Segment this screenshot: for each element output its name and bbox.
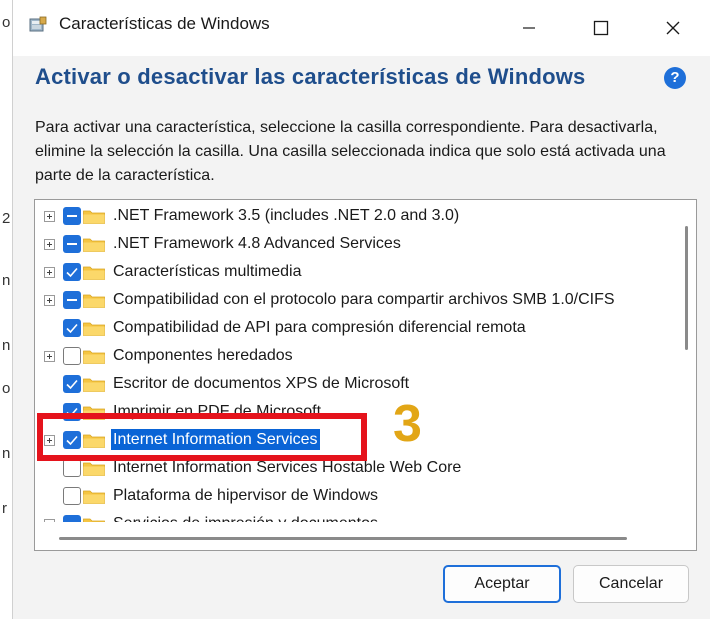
- instructions-text: Para activar una característica, selecci…: [35, 119, 666, 184]
- annotation-highlight-box: [37, 413, 367, 461]
- dialog-heading: Activar o desactivar las características…: [35, 64, 586, 89]
- expand-plus-icon[interactable]: [44, 239, 55, 250]
- feature-checkbox[interactable]: [63, 235, 81, 253]
- folder-icon: [83, 462, 105, 476]
- feature-row[interactable]: Características multimedia: [35, 258, 675, 286]
- feature-label: Servicios de impresión y documentos: [111, 513, 380, 522]
- help-icon[interactable]: ?: [664, 67, 686, 89]
- folder-icon: [83, 350, 105, 364]
- feature-checkbox[interactable]: [63, 487, 81, 505]
- background-glyph: o: [2, 380, 11, 397]
- features-tree[interactable]: .NET Framework 3.5 (includes .NET 2.0 an…: [34, 199, 697, 551]
- feature-checkbox[interactable]: [63, 291, 81, 309]
- maximize-icon: [593, 20, 609, 36]
- expand-plus-icon[interactable]: [44, 519, 55, 522]
- feature-label: Plataforma de hipervisor de Windows: [113, 487, 379, 504]
- folder-icon: [83, 518, 105, 522]
- background-glyph: r: [2, 500, 7, 517]
- expand-plus-icon[interactable]: [44, 211, 55, 222]
- windows-features-app-icon: [29, 16, 47, 32]
- feature-row[interactable]: Compatibilidad con el protocolo para com…: [35, 286, 675, 314]
- minimize-button[interactable]: [501, 0, 557, 56]
- folder-icon: [83, 378, 105, 392]
- folder-icon: [83, 322, 105, 336]
- feature-checkbox[interactable]: [63, 347, 81, 365]
- feature-row[interactable]: Compatibilidad de API para compresión di…: [35, 314, 675, 342]
- feature-row[interactable]: Plataforma de hipervisor de Windows: [35, 482, 675, 510]
- feature-row[interactable]: .NET Framework 3.5 (includes .NET 2.0 an…: [35, 202, 675, 230]
- feature-row[interactable]: .NET Framework 4.8 Advanced Services: [35, 230, 675, 258]
- features-list: .NET Framework 3.5 (includes .NET 2.0 an…: [35, 200, 675, 522]
- feature-label: Compatibilidad con el protocolo para com…: [113, 291, 615, 308]
- expand-plus-icon[interactable]: [44, 351, 55, 362]
- feature-checkbox[interactable]: [63, 207, 81, 225]
- folder-icon: [83, 266, 105, 280]
- vertical-scroll-thumb[interactable]: [685, 226, 688, 350]
- feature-row[interactable]: Componentes heredados: [35, 342, 675, 370]
- minimize-icon: [523, 27, 535, 29]
- window-title: Características de Windows: [59, 14, 270, 33]
- feature-label: Escritor de documentos XPS de Microsoft: [113, 375, 410, 392]
- background-glyph: n: [2, 272, 11, 289]
- expand-plus-icon[interactable]: [44, 295, 55, 306]
- feature-row[interactable]: Escritor de documentos XPS de Microsoft: [35, 370, 675, 398]
- feature-checkbox[interactable]: [63, 263, 81, 281]
- feature-checkbox[interactable]: [63, 375, 81, 393]
- feature-label: Compatibilidad de API para compresión di…: [113, 319, 526, 336]
- background-glyph: 2: [2, 210, 11, 227]
- checkmark-icon: [66, 379, 78, 390]
- cancel-button[interactable]: Cancelar: [573, 565, 689, 603]
- annotation-step-number: 3: [393, 395, 422, 453]
- folder-icon: [83, 294, 105, 308]
- folder-icon: [83, 238, 105, 252]
- expand-plus-icon[interactable]: [44, 267, 55, 278]
- folder-icon: [83, 210, 105, 224]
- close-button[interactable]: [645, 0, 701, 56]
- background-glyph: o: [2, 14, 11, 31]
- feature-label: .NET Framework 3.5 (includes .NET 2.0 an…: [113, 207, 460, 224]
- checkmark-icon: [66, 267, 78, 278]
- feature-checkbox[interactable]: [63, 459, 81, 477]
- close-icon: [666, 21, 680, 35]
- maximize-button[interactable]: [573, 0, 629, 56]
- background-glyph: n: [2, 337, 11, 354]
- feature-label: .NET Framework 4.8 Advanced Services: [113, 235, 401, 252]
- feature-label: Componentes heredados: [113, 347, 293, 364]
- feature-checkbox[interactable]: [63, 319, 81, 337]
- title-bar[interactable]: Características de Windows: [13, 0, 710, 56]
- folder-icon: [83, 490, 105, 504]
- horizontal-scroll-thumb[interactable]: [59, 537, 627, 540]
- vertical-scrollbar[interactable]: [677, 200, 696, 522]
- feature-row[interactable]: Servicios de impresión y documentos: [35, 510, 675, 522]
- feature-checkbox[interactable]: [63, 515, 81, 522]
- feature-label: Características multimedia: [113, 263, 302, 280]
- windows-features-dialog: Características de Windows Activar o des…: [12, 0, 710, 619]
- accept-button[interactable]: Aceptar: [443, 565, 561, 603]
- horizontal-scrollbar[interactable]: [35, 526, 675, 550]
- checkmark-icon: [66, 323, 78, 334]
- background-glyph: n: [2, 445, 11, 462]
